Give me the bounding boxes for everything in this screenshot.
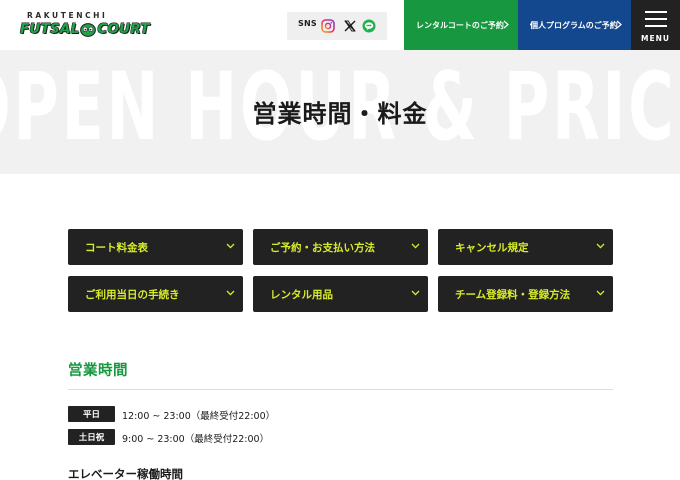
logo-wordmark: FUTSAL COURT: [20, 21, 150, 39]
instagram-icon[interactable]: [321, 19, 335, 33]
soccer-ball-icon: [80, 23, 97, 37]
rental-court-reservation-button[interactable]: レンタルコートのご予約: [404, 0, 518, 50]
site-logo[interactable]: RAKUTENCHI FUTSAL COURT: [20, 11, 150, 41]
hamburger-icon-bar: [645, 25, 667, 27]
weekday-hours: 12:00 ~ 23:00（最終受付22:00）: [122, 411, 276, 422]
menu-label: MENU: [641, 34, 670, 43]
page-title: 営業時間・料金: [252, 100, 428, 128]
anchor-same-day-procedure[interactable]: ご利用当日の手続き: [68, 276, 243, 312]
anchor-label: ご利用当日の手続き: [85, 288, 180, 301]
sns-links: SNS: [287, 12, 387, 40]
anchor-label: チーム登録料・登録方法: [455, 288, 571, 301]
x-icon[interactable]: [343, 19, 357, 33]
chevron-down-icon: [411, 243, 420, 249]
hamburger-icon: [645, 11, 667, 13]
weekend-holiday-badge: 土日祝: [68, 429, 115, 445]
page-hero: OPEN HOUR & PRICE 営業時間・料金: [0, 50, 680, 174]
section-divider: [68, 389, 613, 390]
anchor-label: コート料金表: [85, 241, 148, 254]
sns-label: SNS: [298, 19, 317, 28]
site-header: RAKUTENCHI FUTSAL COURT SNS レンタルコートのご予約 …: [0, 0, 680, 50]
chevron-right-icon: [503, 20, 509, 29]
anchor-reservation-payment[interactable]: ご予約・お支払い方法: [253, 229, 428, 265]
anchor-label: ご予約・お支払い方法: [270, 241, 375, 254]
chevron-down-icon: [596, 243, 605, 249]
chevron-right-icon: [616, 20, 622, 29]
logo-word-left: FUTSAL: [20, 21, 80, 38]
anchor-label: レンタル用品: [270, 288, 333, 301]
chevron-down-icon: [596, 290, 605, 296]
elevator-hours-title: エレベーター稼働時間: [68, 467, 183, 480]
logo-word-right: COURT: [97, 21, 150, 38]
weekday-badge: 平日: [68, 406, 115, 422]
chevron-down-icon: [226, 243, 235, 249]
hamburger-icon-bar: [645, 18, 667, 20]
chevron-down-icon: [226, 290, 235, 296]
section-title-hours: 営業時間: [68, 363, 128, 379]
chevron-down-icon: [411, 290, 420, 296]
weekend-holiday-hours: 9:00 ~ 23:00（最終受付22:00）: [122, 434, 270, 445]
anchor-cancellation-policy[interactable]: キャンセル規定: [438, 229, 613, 265]
anchor-court-fees[interactable]: コート料金表: [68, 229, 243, 265]
anchor-label: キャンセル規定: [455, 241, 529, 254]
menu-button[interactable]: MENU: [631, 0, 680, 50]
individual-program-reservation-label: 個人プログラムのご予約: [530, 20, 618, 30]
rental-court-reservation-label: レンタルコートのご予約: [416, 20, 504, 30]
anchor-rental-equipment[interactable]: レンタル用品: [253, 276, 428, 312]
individual-program-reservation-button[interactable]: 個人プログラムのご予約: [518, 0, 631, 50]
logo-top-text: RAKUTENCHI: [27, 11, 108, 20]
line-icon[interactable]: [362, 19, 376, 33]
anchor-team-registration[interactable]: チーム登録料・登録方法: [438, 276, 613, 312]
